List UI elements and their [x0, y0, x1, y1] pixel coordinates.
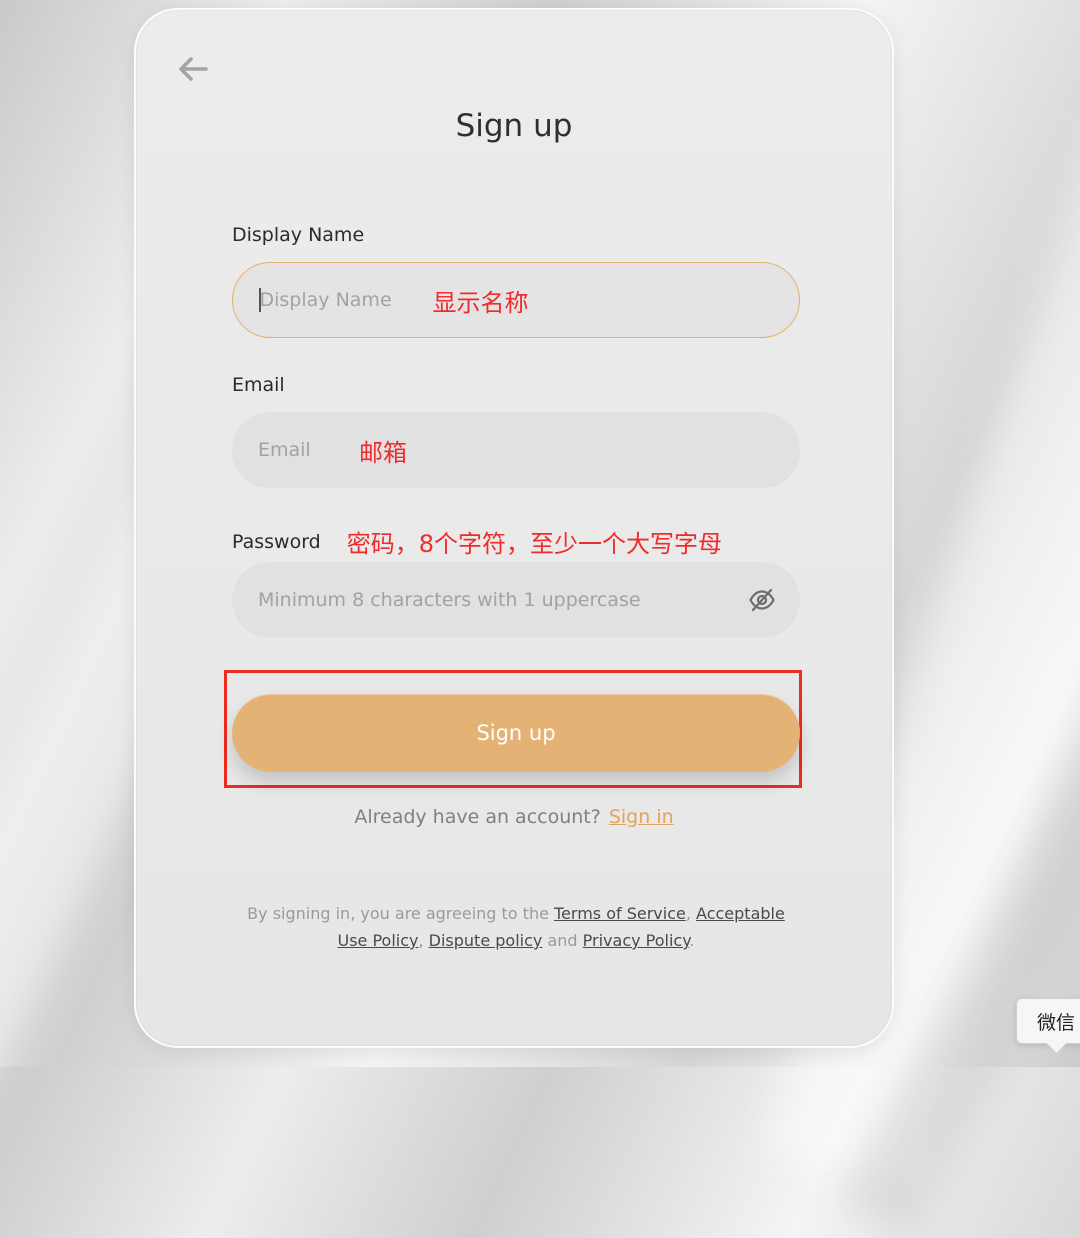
password-label: Password	[232, 530, 321, 553]
dispute-policy-link[interactable]: Dispute policy	[429, 931, 543, 950]
email-label: Email	[232, 374, 285, 396]
password-annotation: 密码，8个字符，至少一个大写字母	[346, 530, 723, 558]
display-name-field[interactable]: 显示名称	[232, 262, 800, 338]
password-label-row: Password 密码，8个字符，至少一个大写字母	[232, 524, 722, 559]
page-title: Sign up	[455, 108, 573, 144]
signin-prompt-text: Already have an account?	[354, 806, 601, 828]
display-name-label: Display Name	[232, 224, 365, 246]
back-button[interactable]	[176, 52, 210, 86]
email-field[interactable]: 邮箱	[232, 412, 800, 488]
eye-off-icon[interactable]	[748, 586, 776, 614]
password-field[interactable]	[232, 562, 800, 638]
password-input[interactable]	[258, 589, 728, 611]
display-name-annotation: 显示名称	[432, 288, 529, 317]
email-input[interactable]	[258, 439, 341, 461]
display-name-input[interactable]	[259, 289, 413, 311]
privacy-policy-link[interactable]: Privacy Policy	[583, 931, 690, 950]
signup-card: Sign up Display Name 显示名称 Email 邮箱 Passw…	[134, 8, 894, 1048]
arrow-left-icon	[179, 57, 208, 81]
legal-prefix: By signing in, you are agreeing to the	[247, 904, 549, 923]
email-annotation: 邮箱	[359, 438, 407, 467]
signup-button[interactable]: Sign up	[232, 694, 800, 772]
legal-notice: By signing in, you are agreeing to the T…	[247, 904, 785, 950]
terms-of-service-link[interactable]: Terms of Service	[554, 904, 686, 923]
wechat-tooltip: 微信	[1016, 998, 1080, 1044]
legal-and: and	[547, 931, 578, 950]
signin-prompt: Already have an account? Sign in	[136, 806, 892, 828]
signin-link[interactable]: Sign in	[609, 806, 674, 828]
